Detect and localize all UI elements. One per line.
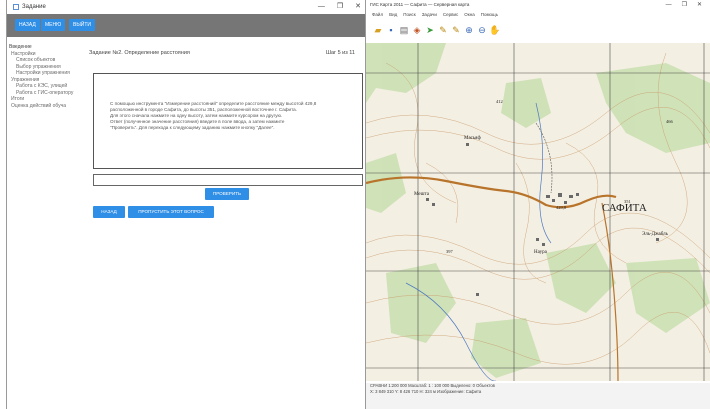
gis-window-title: ГИС Карта 2011 — Сафита — Серверная карт…: [370, 2, 470, 7]
hand-icon[interactable]: ✋: [489, 25, 501, 36]
gis-maximize-button[interactable]: ❐: [682, 0, 687, 10]
nav-bar: Назад Меню Выйти: [7, 14, 365, 37]
menu-item[interactable]: Вид: [389, 10, 397, 19]
menu-item[interactable]: Окна: [464, 10, 474, 19]
task-step-counter: Шаг 5 из 11: [325, 50, 355, 56]
outline-item[interactable]: Оценка действий обуча: [7, 103, 87, 110]
minimize-button[interactable]: —: [318, 0, 325, 14]
height-label: 466: [666, 119, 674, 124]
height-label: 351: [624, 199, 631, 204]
nav-exit-button[interactable]: Выйти: [69, 19, 96, 31]
open-icon[interactable]: ▰: [372, 25, 384, 36]
menu-item[interactable]: Помощь: [481, 10, 498, 19]
gis-minimize-button[interactable]: —: [666, 0, 672, 10]
gis-status-bar: СРАВНИ 1:200 000 Масштаб: 1 : 100 000 Вы…: [366, 383, 710, 409]
task-text-line: "Проверить". Для перехода к следующему з…: [110, 125, 275, 130]
village-label-3: Наура: [534, 250, 548, 255]
course-outline: Введение Настройки Список объектов Выбор уп…: [7, 44, 87, 109]
task-description: С помощью инструмента "Измерение расстоя…: [93, 73, 363, 169]
app-icon: [13, 4, 19, 10]
print-icon[interactable]: ▤: [398, 25, 410, 36]
answer-input[interactable]: [93, 174, 363, 186]
ruler-icon[interactable]: ✎: [437, 25, 449, 36]
task-window-title: Задание: [22, 4, 46, 10]
map-canvas[interactable]: САФИТА Мешта Масьяф Наура Эль-Джабль 429…: [365, 43, 710, 382]
gis-close-button[interactable]: ✕: [697, 0, 702, 10]
maximize-button[interactable]: ❐: [337, 0, 343, 14]
status-coordinates: X: 3 849 310 Y: 8 426 710 H: 324 м Изобр…: [370, 389, 482, 394]
menu-item[interactable]: Задачи: [422, 10, 437, 19]
zoom-out-icon[interactable]: ⊖: [476, 25, 488, 36]
menu-item[interactable]: Поиск: [403, 10, 415, 19]
layers-icon[interactable]: ◈: [411, 25, 423, 36]
pointer-icon[interactable]: ➤: [424, 25, 436, 36]
zoom-in-icon[interactable]: ⊕: [463, 25, 475, 36]
save-icon[interactable]: ▪: [385, 25, 397, 35]
gis-menu-bar: Файл Вид Поиск Задачи Сервис Окна Помощь: [366, 10, 710, 19]
menu-item[interactable]: Файл: [372, 10, 383, 19]
back-button[interactable]: Назад: [93, 206, 125, 218]
village-label-4: Эль-Джабль: [642, 232, 669, 237]
gis-titlebar: ГИС Карта 2011 — Сафита — Серверная карт…: [366, 0, 710, 10]
gis-toolbar: ▰ ▪ ▤ ◈ ➤ ✎ ✎ ⊕ ⊖ ✋: [366, 19, 710, 41]
measure-icon[interactable]: ✎: [450, 25, 462, 36]
topographic-map[interactable]: САФИТА Мешта Масьяф Наура Эль-Джабль 429…: [365, 43, 710, 382]
task-title: Задание №2. Определение расстояния: [89, 50, 190, 56]
village-label-1: Мешта: [414, 192, 430, 197]
village-label-2: Масьяф: [464, 136, 481, 141]
menu-item[interactable]: Сервис: [443, 10, 458, 19]
height-label: 397: [446, 249, 454, 254]
close-button[interactable]: ✕: [355, 0, 361, 14]
nav-back-button[interactable]: Назад: [15, 19, 40, 31]
skip-question-button[interactable]: Пропустить этот вопрос: [128, 206, 214, 218]
height-label: 412: [496, 99, 503, 104]
gis-window: ГИС Карта 2011 — Сафита — Серверная карт…: [365, 0, 710, 409]
task-window: Задание — ❐ ✕ Назад Меню Выйти Введение Н…: [6, 0, 366, 409]
check-button[interactable]: Проверить: [205, 188, 249, 200]
nav-menu-button[interactable]: Меню: [41, 19, 66, 31]
task-window-titlebar: Задание — ❐ ✕: [7, 0, 365, 14]
